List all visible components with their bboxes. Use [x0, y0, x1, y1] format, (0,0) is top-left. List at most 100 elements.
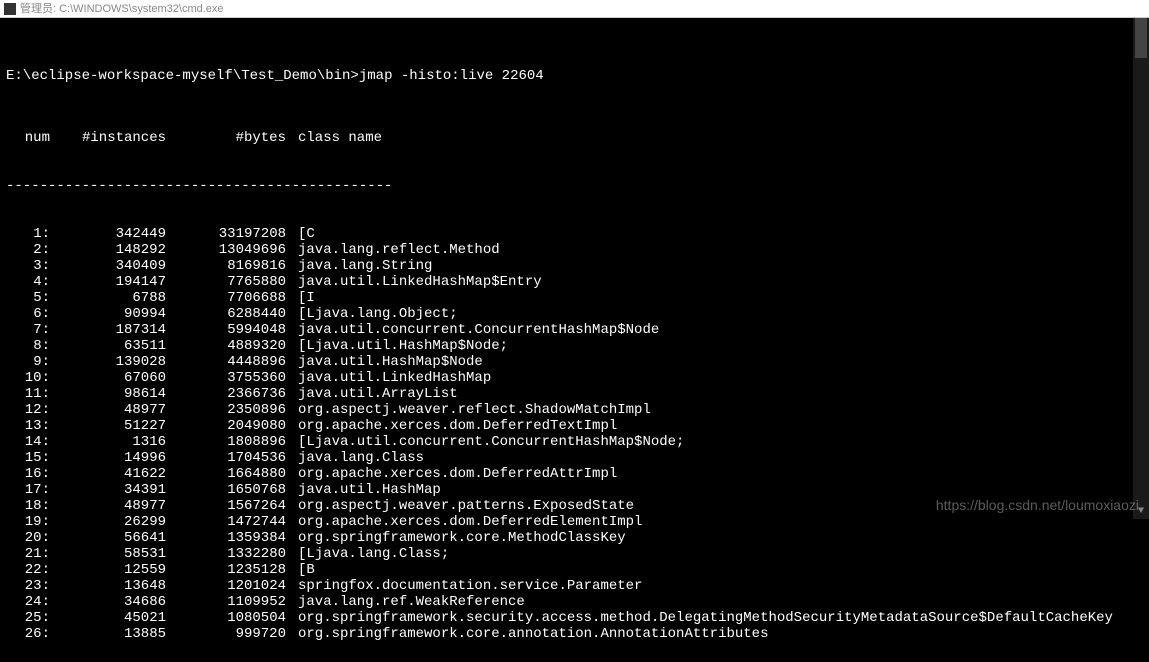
cell-num: 8:	[6, 338, 56, 354]
cell-bytes: 1664880	[166, 466, 286, 482]
table-row: 8:635114889320[Ljava.util.HashMap$Node;	[6, 338, 1143, 354]
cell-classname: org.apache.xerces.dom.DeferredElementImp…	[286, 514, 642, 530]
cell-classname: [Ljava.lang.Object;	[286, 306, 458, 322]
table-row: 23:136481201024springfox.documentation.s…	[6, 578, 1143, 594]
cell-bytes: 1704536	[166, 450, 286, 466]
cell-classname: org.springframework.core.annotation.Anno…	[286, 626, 768, 642]
cell-bytes: 7706688	[166, 290, 286, 306]
cell-instances: 56641	[56, 530, 166, 546]
cell-bytes: 1201024	[166, 578, 286, 594]
cell-instances: 342449	[56, 226, 166, 242]
cell-bytes: 1332280	[166, 546, 286, 562]
cell-classname: java.lang.ref.WeakReference	[286, 594, 525, 610]
cell-bytes: 33197208	[166, 226, 286, 242]
cell-instances: 45021	[56, 610, 166, 626]
cmd-icon	[4, 3, 16, 15]
table-row: 2:14829213049696java.lang.reflect.Method	[6, 242, 1143, 258]
cell-instances: 6788	[56, 290, 166, 306]
table-row: 21:585311332280[Ljava.lang.Class;	[6, 546, 1143, 562]
cell-num: 16:	[6, 466, 56, 482]
cell-classname: org.apache.xerces.dom.DeferredTextImpl	[286, 418, 617, 434]
scrollbar-thumb[interactable]	[1135, 18, 1147, 58]
cell-bytes: 1808896	[166, 434, 286, 450]
cell-instances: 13648	[56, 578, 166, 594]
cell-bytes: 13049696	[166, 242, 286, 258]
table-row: 20:566411359384org.springframework.core.…	[6, 530, 1143, 546]
cell-num: 4:	[6, 274, 56, 290]
scroll-down-icon[interactable]: ▼	[1133, 505, 1149, 519]
cell-num: 12:	[6, 402, 56, 418]
vertical-scrollbar[interactable]: ▲ ▼	[1133, 18, 1149, 519]
cell-instances: 1316	[56, 434, 166, 450]
table-row: 13:512272049080org.apache.xerces.dom.Def…	[6, 418, 1143, 434]
table-row: 25:450211080504org.springframework.secur…	[6, 610, 1143, 626]
cell-classname: org.aspectj.weaver.patterns.ExposedState	[286, 498, 634, 514]
cell-bytes: 4889320	[166, 338, 286, 354]
cell-num: 15:	[6, 450, 56, 466]
cell-bytes: 999720	[166, 626, 286, 642]
table-row: 14:13161808896[Ljava.util.concurrent.Con…	[6, 434, 1143, 450]
cell-classname: org.springframework.core.MethodClassKey	[286, 530, 626, 546]
cell-num: 19:	[6, 514, 56, 530]
cell-bytes: 1235128	[166, 562, 286, 578]
table-row: 18:489771567264org.aspectj.weaver.patter…	[6, 498, 1143, 514]
cell-bytes: 3755360	[166, 370, 286, 386]
cell-instances: 26299	[56, 514, 166, 530]
table-row: 9:1390284448896java.util.HashMap$Node	[6, 354, 1143, 370]
cell-num: 18:	[6, 498, 56, 514]
cell-bytes: 7765880	[166, 274, 286, 290]
cell-bytes: 1109952	[166, 594, 286, 610]
cell-classname: java.util.LinkedHashMap$Entry	[286, 274, 542, 290]
cell-classname: java.util.ArrayList	[286, 386, 458, 402]
cell-bytes: 2366736	[166, 386, 286, 402]
cell-bytes: 1567264	[166, 498, 286, 514]
cell-classname: [I	[286, 290, 315, 306]
table-row: 5:67887706688[I	[6, 290, 1143, 306]
cell-num: 1:	[6, 226, 56, 242]
cell-num: 2:	[6, 242, 56, 258]
cell-classname: org.springframework.security.access.meth…	[286, 610, 1113, 626]
cell-num: 20:	[6, 530, 56, 546]
cell-bytes: 8169816	[166, 258, 286, 274]
cell-num: 10:	[6, 370, 56, 386]
cell-instances: 48977	[56, 498, 166, 514]
cell-instances: 98614	[56, 386, 166, 402]
cell-classname: [Ljava.util.HashMap$Node;	[286, 338, 508, 354]
cell-instances: 148292	[56, 242, 166, 258]
cell-instances: 34686	[56, 594, 166, 610]
cell-classname: [B	[286, 562, 315, 578]
cell-num: 22:	[6, 562, 56, 578]
cell-bytes: 2049080	[166, 418, 286, 434]
table-row: 1:34244933197208[C	[6, 226, 1143, 242]
cell-classname: org.aspectj.weaver.reflect.ShadowMatchIm…	[286, 402, 651, 418]
cell-num: 7:	[6, 322, 56, 338]
prompt-command: jmap -histo:live 22604	[359, 68, 544, 84]
cell-classname: java.util.concurrent.ConcurrentHashMap$N…	[286, 322, 659, 338]
cell-bytes: 6288440	[166, 306, 286, 322]
cell-classname: java.lang.reflect.Method	[286, 242, 500, 258]
cell-bytes: 1650768	[166, 482, 286, 498]
cell-num: 3:	[6, 258, 56, 274]
cell-num: 6:	[6, 306, 56, 322]
cell-instances: 194147	[56, 274, 166, 290]
cell-classname: [Ljava.lang.Class;	[286, 546, 449, 562]
table-row: 4:1941477765880java.util.LinkedHashMap$E…	[6, 274, 1143, 290]
window-title: 管理员: C:\WINDOWS\system32\cmd.exe	[20, 1, 224, 17]
cell-instances: 48977	[56, 402, 166, 418]
table-row: 19:262991472744org.apache.xerces.dom.Def…	[6, 514, 1143, 530]
prompt-path: E:\eclipse-workspace-myself\Test_Demo\bi…	[6, 68, 359, 84]
terminal-output[interactable]: E:\eclipse-workspace-myself\Test_Demo\bi…	[0, 18, 1149, 662]
cell-classname: java.util.HashMap	[286, 482, 441, 498]
table-row: 16:416221664880org.apache.xerces.dom.Def…	[6, 466, 1143, 482]
table-row: 15:149961704536java.lang.Class	[6, 450, 1143, 466]
cell-bytes: 2350896	[166, 402, 286, 418]
cell-bytes: 1359384	[166, 530, 286, 546]
header-instances: #instances	[56, 130, 166, 146]
cell-classname: java.lang.String	[286, 258, 432, 274]
cell-classname: java.util.LinkedHashMap	[286, 370, 491, 386]
cell-instances: 51227	[56, 418, 166, 434]
cell-num: 14:	[6, 434, 56, 450]
cell-bytes: 1080504	[166, 610, 286, 626]
table-row: 10:670603755360java.util.LinkedHashMap	[6, 370, 1143, 386]
header-classname: class name	[286, 130, 382, 146]
